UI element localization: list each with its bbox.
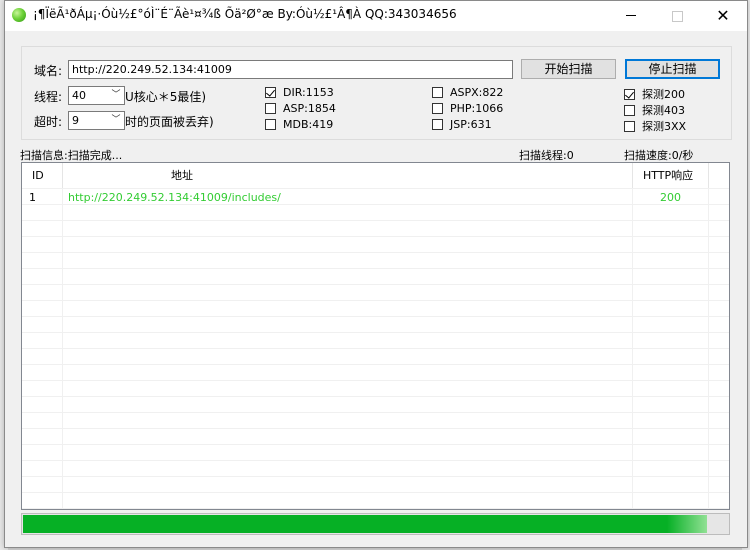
header-divider: [708, 163, 709, 188]
start-scan-button[interactable]: 开始扫描: [521, 59, 616, 79]
column-divider: [708, 163, 709, 509]
checkbox-mdb[interactable]: MDB:419: [265, 118, 333, 131]
cell-http-code: 200: [660, 191, 681, 204]
row-divider: [22, 188, 729, 189]
stop-scan-button[interactable]: 停止扫描: [625, 59, 720, 79]
checkbox-dir-label: DIR:1153: [283, 86, 334, 99]
timeout-label: 超时:: [34, 115, 63, 129]
checkbox-detect-3xx-label: 探测3XX: [642, 120, 687, 133]
maximize-icon: [672, 11, 683, 22]
checkbox-detect-3xx-box[interactable]: [624, 121, 635, 132]
checkbox-jsp-label: JSP:631: [450, 118, 492, 131]
timeout-select[interactable]: 9 ﹀: [68, 111, 125, 130]
threads-select[interactable]: 40 ﹀: [68, 86, 125, 105]
app-window: ¡¶ÏëÃ¹ðÁµ¡·Óù½£°óÌ¨É¨Ãè¹¤¾ß Õä²Ø°æ By:Óù…: [4, 0, 748, 548]
scan-speed-status: 扫描速度:0/秒: [624, 149, 694, 162]
row-divider: [22, 204, 729, 205]
row-divider: [22, 428, 729, 429]
checkbox-aspx-box[interactable]: [432, 87, 443, 98]
row-divider: [22, 460, 729, 461]
timeout-hint: 时的页面被丢弃): [125, 115, 214, 129]
results-list[interactable]: ID 地址 HTTP响应 1 http://220.249.52.134:410…: [21, 162, 730, 510]
domain-label: 域名:: [34, 64, 63, 78]
threads-hint: U核心＊5最佳): [125, 90, 207, 104]
row-divider: [22, 300, 729, 301]
row-divider: [22, 444, 729, 445]
checkbox-detect-403-box[interactable]: [624, 105, 635, 116]
checkbox-mdb-box[interactable]: [265, 119, 276, 130]
row-divider: [22, 220, 729, 221]
scan-threads-status: 扫描线程:0: [519, 149, 574, 162]
row-divider: [22, 396, 729, 397]
maximize-button: [654, 1, 700, 31]
checkbox-jsp[interactable]: JSP:631: [432, 118, 492, 131]
row-divider: [22, 252, 729, 253]
close-button[interactable]: ✕: [700, 1, 746, 31]
domain-input[interactable]: http://220.249.52.134:41009: [68, 60, 513, 79]
row-divider: [22, 316, 729, 317]
title-bar[interactable]: ¡¶ÏëÃ¹ðÁµ¡·Óù½£°óÌ¨É¨Ãè¹¤¾ß Õä²Ø°æ By:Óù…: [5, 1, 747, 31]
checkbox-php[interactable]: PHP:1066: [432, 102, 503, 115]
checkbox-aspx[interactable]: ASPX:822: [432, 86, 503, 99]
row-divider: [22, 348, 729, 349]
progress-sheen: [666, 515, 707, 533]
chevron-down-icon: ﹀: [111, 115, 121, 125]
checkbox-detect-200-label: 探测200: [642, 88, 685, 101]
header-divider: [632, 163, 633, 188]
checkbox-asp[interactable]: ASP:1854: [265, 102, 336, 115]
checkbox-aspx-label: ASPX:822: [450, 86, 504, 99]
scan-info-status: 扫描信息:扫描完成...: [20, 149, 123, 162]
checkbox-detect-403[interactable]: 探测403: [624, 102, 685, 118]
row-divider: [22, 284, 729, 285]
row-divider: [22, 236, 729, 237]
row-divider: [22, 492, 729, 493]
cell-id: 1: [29, 191, 36, 204]
checkbox-detect-200-box[interactable]: [624, 89, 635, 100]
row-divider: [22, 332, 729, 333]
row-divider: [22, 364, 729, 365]
window-title: ¡¶ÏëÃ¹ðÁµ¡·Óù½£°óÌ¨É¨Ãè¹¤¾ß Õä²Ø°æ By:Óù…: [33, 7, 457, 21]
timeout-value: 9: [72, 114, 79, 127]
row-divider: [22, 508, 729, 509]
app-icon: [12, 8, 26, 22]
column-header-id[interactable]: ID: [32, 163, 44, 188]
row-divider: [22, 476, 729, 477]
checkbox-detect-200[interactable]: 探测200: [624, 86, 685, 102]
checkbox-asp-label: ASP:1854: [283, 102, 336, 115]
row-divider: [22, 268, 729, 269]
checkbox-jsp-box[interactable]: [432, 119, 443, 130]
row-divider: [22, 412, 729, 413]
chevron-down-icon: ﹀: [111, 90, 121, 100]
column-divider: [632, 163, 633, 509]
progress-fill: [23, 515, 707, 533]
threads-label: 线程:: [34, 90, 63, 104]
threads-value: 40: [72, 89, 86, 102]
minimize-icon: [626, 15, 636, 16]
checkbox-dir-box[interactable]: [265, 87, 276, 98]
checkbox-detect-403-label: 探测403: [642, 104, 685, 117]
checkbox-detect-3xx[interactable]: 探测3XX: [624, 118, 686, 134]
column-header-http[interactable]: HTTP响应: [643, 163, 693, 188]
checkbox-mdb-label: MDB:419: [283, 118, 334, 131]
checkbox-asp-box[interactable]: [265, 103, 276, 114]
scan-progress-bar: [21, 513, 730, 535]
cell-url[interactable]: http://220.249.52.134:41009/includes/: [68, 191, 281, 204]
checkbox-dir[interactable]: DIR:1153: [265, 86, 334, 99]
close-icon: ✕: [716, 6, 730, 25]
column-header-url[interactable]: 地址: [171, 163, 193, 188]
header-divider: [62, 163, 63, 188]
checkbox-php-label: PHP:1066: [450, 102, 504, 115]
checkbox-php-box[interactable]: [432, 103, 443, 114]
column-divider: [62, 163, 63, 509]
minimize-button[interactable]: [608, 1, 654, 31]
row-divider: [22, 380, 729, 381]
